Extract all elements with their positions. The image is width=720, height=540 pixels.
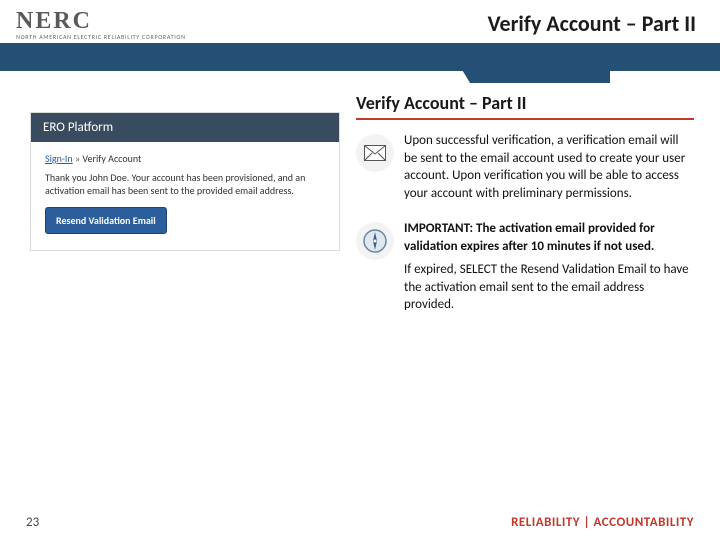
- info-text-2: IMPORTANT: The activation email provided…: [404, 220, 694, 314]
- info-block-1: Upon successful verification, a verifica…: [356, 132, 694, 202]
- screenshot-body: Thank you John Doe. Your account has bee…: [31, 169, 339, 250]
- compass-icon: [356, 222, 394, 260]
- breadcrumb: Sign-In » Verify Account: [31, 142, 339, 169]
- resend-validation-email-button[interactable]: Resend Validation Email: [45, 207, 167, 234]
- header-accent-tab: [470, 43, 610, 83]
- logo-text: NERC: [16, 8, 196, 35]
- header: NERC NORTH AMERICAN ELECTRIC RELIABILITY…: [0, 0, 720, 62]
- breadcrumb-root: Sign-In: [45, 152, 73, 165]
- page-title: Verify Account – Part II: [488, 10, 696, 37]
- slide: NERC NORTH AMERICAN ELECTRIC RELIABILITY…: [0, 0, 720, 540]
- expired-instruction: If expired, SELECT the Resend Validation…: [404, 261, 694, 314]
- important-label: IMPORTANT:: [404, 221, 473, 236]
- content: ERO Platform Sign-In » Verify Account Th…: [0, 92, 720, 504]
- explanation-panel: Verify Account – Part II Upon successful…: [356, 92, 694, 332]
- screenshot-panel: ERO Platform Sign-In » Verify Account Th…: [30, 112, 340, 251]
- page-number: 23: [26, 515, 39, 530]
- ero-screenshot: ERO Platform Sign-In » Verify Account Th…: [30, 112, 340, 251]
- mail-icon: [356, 134, 394, 172]
- important-line: IMPORTANT: The activation email provided…: [404, 220, 694, 255]
- info-text-1: Upon successful verification, a verifica…: [404, 132, 694, 202]
- footer-tagline: RELIABILITY | ACCOUNTABILITY: [511, 515, 694, 530]
- breadcrumb-current: Verify Account: [82, 152, 141, 165]
- header-bar: [0, 43, 720, 71]
- section-heading: Verify Account – Part II: [356, 92, 694, 120]
- info-block-2: IMPORTANT: The activation email provided…: [356, 220, 694, 314]
- logo-subtitle: NORTH AMERICAN ELECTRIC RELIABILITY CORP…: [16, 33, 196, 41]
- ero-platform-header: ERO Platform: [31, 113, 339, 142]
- provisioned-message: Thank you John Doe. Your account has bee…: [45, 171, 325, 197]
- nerc-logo: NERC NORTH AMERICAN ELECTRIC RELIABILITY…: [16, 8, 196, 41]
- footer: 23 RELIABILITY | ACCOUNTABILITY: [0, 515, 720, 530]
- breadcrumb-sep: »: [75, 152, 80, 165]
